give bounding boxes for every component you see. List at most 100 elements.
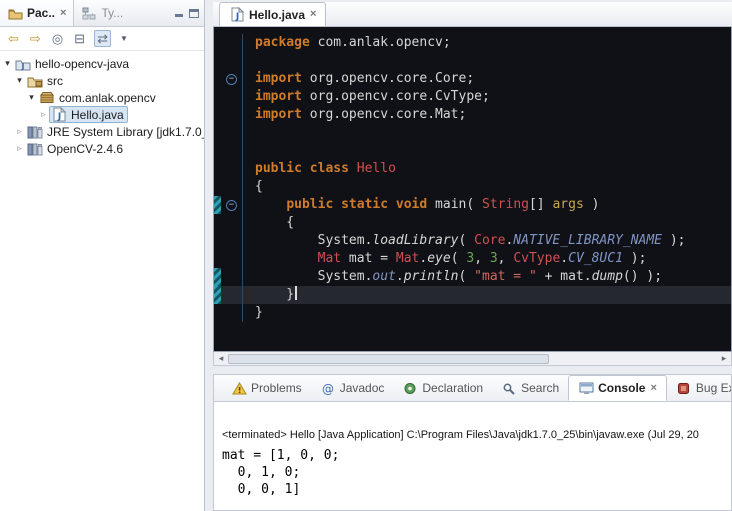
code-line[interactable]: [214, 124, 731, 142]
expand-arrow-icon[interactable]: ▹: [14, 126, 25, 137]
java-file-icon: J: [229, 7, 245, 22]
code-line[interactable]: import org.opencv.core.Mat;: [214, 106, 731, 124]
view-tab-bar: Pac..×Ty...: [0, 0, 204, 27]
code-text: {: [243, 178, 263, 196]
scroll-right-icon[interactable]: ▸: [717, 353, 731, 364]
expand-arrow-icon[interactable]: ▹: [38, 109, 49, 120]
code-line[interactable]: [214, 142, 731, 160]
code-text: public static void main( String[] args ): [243, 196, 599, 214]
forward-button[interactable]: ⇨: [28, 31, 43, 46]
fold-column: [221, 124, 243, 142]
fold-column: [221, 304, 243, 322]
tab-javadoc[interactable]: @Javadoc: [311, 375, 394, 401]
fold-column: [221, 88, 243, 106]
tree-item-src[interactable]: ▾src: [0, 72, 204, 89]
fold-column: [221, 232, 243, 250]
javadoc-icon: @: [320, 381, 336, 396]
close-icon[interactable]: ×: [60, 8, 66, 19]
code-line[interactable]: import org.opencv.core.CvType;: [214, 88, 731, 106]
code-text: System.out.println( "mat = " + mat.dump(…: [243, 268, 662, 286]
fold-column: [221, 250, 243, 268]
code-editor[interactable]: package com.anlak.opencv;−import org.ope…: [213, 27, 732, 352]
fold-column: [221, 52, 243, 70]
range-indicator: [214, 250, 221, 268]
scrollbar-thumb[interactable]: [228, 354, 549, 364]
close-icon[interactable]: ×: [650, 383, 656, 394]
fold-marker-icon[interactable]: −: [226, 200, 237, 211]
minimize-icon[interactable]: [174, 9, 184, 18]
project-icon: J: [15, 56, 31, 71]
tab-pac[interactable]: Pac..×: [0, 0, 74, 26]
editor-tab-label: Hello.java: [249, 8, 305, 22]
code-line[interactable]: System.loadLibrary( Core.NATIVE_LIBRARY_…: [214, 232, 731, 250]
collapse-arrow-icon[interactable]: ▾: [26, 92, 37, 103]
tree-label: hello-opencv-java: [35, 57, 129, 71]
code-line[interactable]: }: [214, 286, 731, 304]
code-line[interactable]: −import org.opencv.core.Core;: [214, 70, 731, 88]
tab-ty[interactable]: Ty...: [74, 0, 130, 26]
code-text: import org.opencv.core.CvType;: [243, 88, 490, 106]
text-cursor: [295, 286, 297, 300]
fold-marker-icon[interactable]: −: [226, 74, 237, 85]
back-button[interactable]: ⇦: [6, 31, 21, 46]
close-icon[interactable]: ×: [310, 9, 316, 20]
tree-item-hello-opencv-java[interactable]: ▾Jhello-opencv-java: [0, 55, 204, 72]
tab-problems[interactable]: Problems: [222, 375, 311, 401]
focus-on-active-task-button[interactable]: ◎: [50, 31, 65, 46]
code-line[interactable]: System.out.println( "mat = " + mat.dump(…: [214, 268, 731, 286]
range-indicator: [214, 34, 221, 52]
code-line[interactable]: package com.anlak.opencv;: [214, 34, 731, 52]
tree-node: src: [25, 72, 67, 89]
console-icon: [578, 381, 594, 396]
range-indicator: [214, 268, 221, 286]
tree-item-com-anlak-opencv[interactable]: ▾ com.anlak.opencv: [0, 89, 204, 106]
tab-declaration[interactable]: Declaration: [393, 375, 492, 401]
tree-item-opencv-2-4-6[interactable]: ▹OpenCV-2.4.6: [0, 140, 204, 157]
range-indicator: [214, 160, 221, 178]
src-folder-icon: [27, 73, 43, 88]
code-line[interactable]: [214, 52, 731, 70]
tab-bug-explorer[interactable]: Bug Explorer: [667, 375, 731, 401]
tree-label: Hello.java: [71, 108, 124, 122]
view-menu-button[interactable]: ▼: [118, 34, 130, 44]
code-line[interactable]: public class Hello: [214, 160, 731, 178]
collapse-arrow-icon[interactable]: ▾: [14, 75, 25, 86]
package-explorer-toolbar: ⇦ ⇨ ◎ ⊟ ⇄ ▼: [0, 27, 204, 51]
console-line: 0, 0, 1]: [222, 481, 723, 498]
tree-item-hello-java[interactable]: ▹ J Hello.java: [0, 106, 204, 123]
code-line[interactable]: − public static void main( String[] args…: [214, 196, 731, 214]
svg-text:J: J: [56, 112, 60, 122]
svg-text:@: @: [322, 382, 334, 395]
code-text: [243, 142, 255, 160]
collapse-arrow-icon[interactable]: ▾: [2, 58, 13, 69]
package-explorer-view: Pac..×Ty... ⇦⇨◎⊟⇄▼ ▾Jhello-opencv-java▾s…: [0, 0, 205, 511]
code-text: {: [243, 214, 294, 232]
fold-column: [221, 214, 243, 232]
tab-console[interactable]: Console ×: [568, 375, 667, 401]
editor-horizontal-scrollbar[interactable]: ◂ ▸: [213, 352, 732, 366]
expand-arrow-icon[interactable]: ▹: [14, 143, 25, 154]
range-indicator: [214, 52, 221, 70]
code-text: [243, 52, 255, 70]
tab-hello-java[interactable]: J Hello.java ×: [219, 2, 326, 26]
fold-column: [221, 286, 243, 304]
code-line[interactable]: }: [214, 304, 731, 322]
tree-node: com.anlak.opencv: [37, 89, 160, 106]
maximize-icon[interactable]: [189, 9, 199, 18]
console-output: mat = [1, 0, 0; 0, 1, 0; 0, 0, 1]: [222, 447, 723, 498]
link-with-editor-button[interactable]: ⇄: [94, 30, 111, 47]
scroll-left-icon[interactable]: ◂: [214, 353, 228, 364]
package-explorer-icon: [7, 6, 23, 21]
code-line[interactable]: Mat mat = Mat.eye( 3, 3, CvType.CV_8UC1 …: [214, 250, 731, 268]
tree-item-jre-system-library-jdk1-7-0-25[interactable]: ▹JRE System Library [jdk1.7.0_25]: [0, 123, 204, 140]
editor-tab-bar: J Hello.java ×: [213, 2, 732, 27]
tree-label: com.anlak.opencv: [59, 91, 156, 105]
fold-column: [221, 142, 243, 160]
tab-label: Console: [598, 381, 645, 395]
code-text: import org.opencv.core.Mat;: [243, 106, 466, 124]
code-line[interactable]: {: [214, 214, 731, 232]
range-indicator: [214, 142, 221, 160]
tab-search[interactable]: Search: [492, 375, 568, 401]
collapse-all-button[interactable]: ⊟: [72, 31, 87, 46]
code-line[interactable]: {: [214, 178, 731, 196]
